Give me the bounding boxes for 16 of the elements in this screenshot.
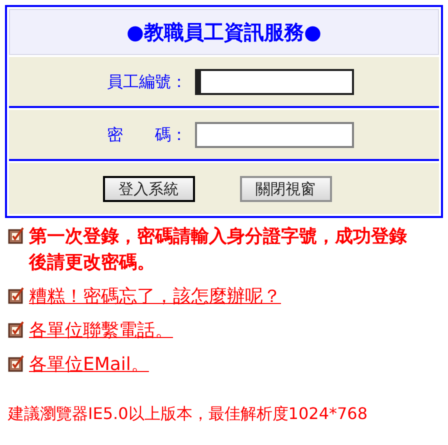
form-button[interactable]: 關閉視窗 [240,176,332,202]
field-label: 密 碼： [106,124,188,146]
help-link[interactable]: 各單位EMail。 [29,352,149,378]
notice-text: 第一次登錄，密碼請輸入身分證字號，成功登錄後請更改密碼。 [29,225,408,275]
checkbox-icon [8,321,25,338]
help-link[interactable]: 各單位聯繫電話。 [29,318,173,344]
checkbox-icon [8,227,25,244]
checkbox-icon [8,287,25,304]
input-field[interactable] [195,68,354,94]
browser-note: 建議瀏覽器IE5.0以上版本，最佳解析度1024*768 [8,404,368,423]
help-link[interactable]: 糟糕！密碼忘了，該怎麼辦呢？ [29,284,281,310]
form-button[interactable]: 登入系統 [102,176,194,202]
panel-title: ●教職員工資訊服務● [126,19,322,46]
checkbox-icon [8,355,25,372]
field-label: 員工編號： [106,70,188,92]
input-field[interactable] [195,122,354,148]
